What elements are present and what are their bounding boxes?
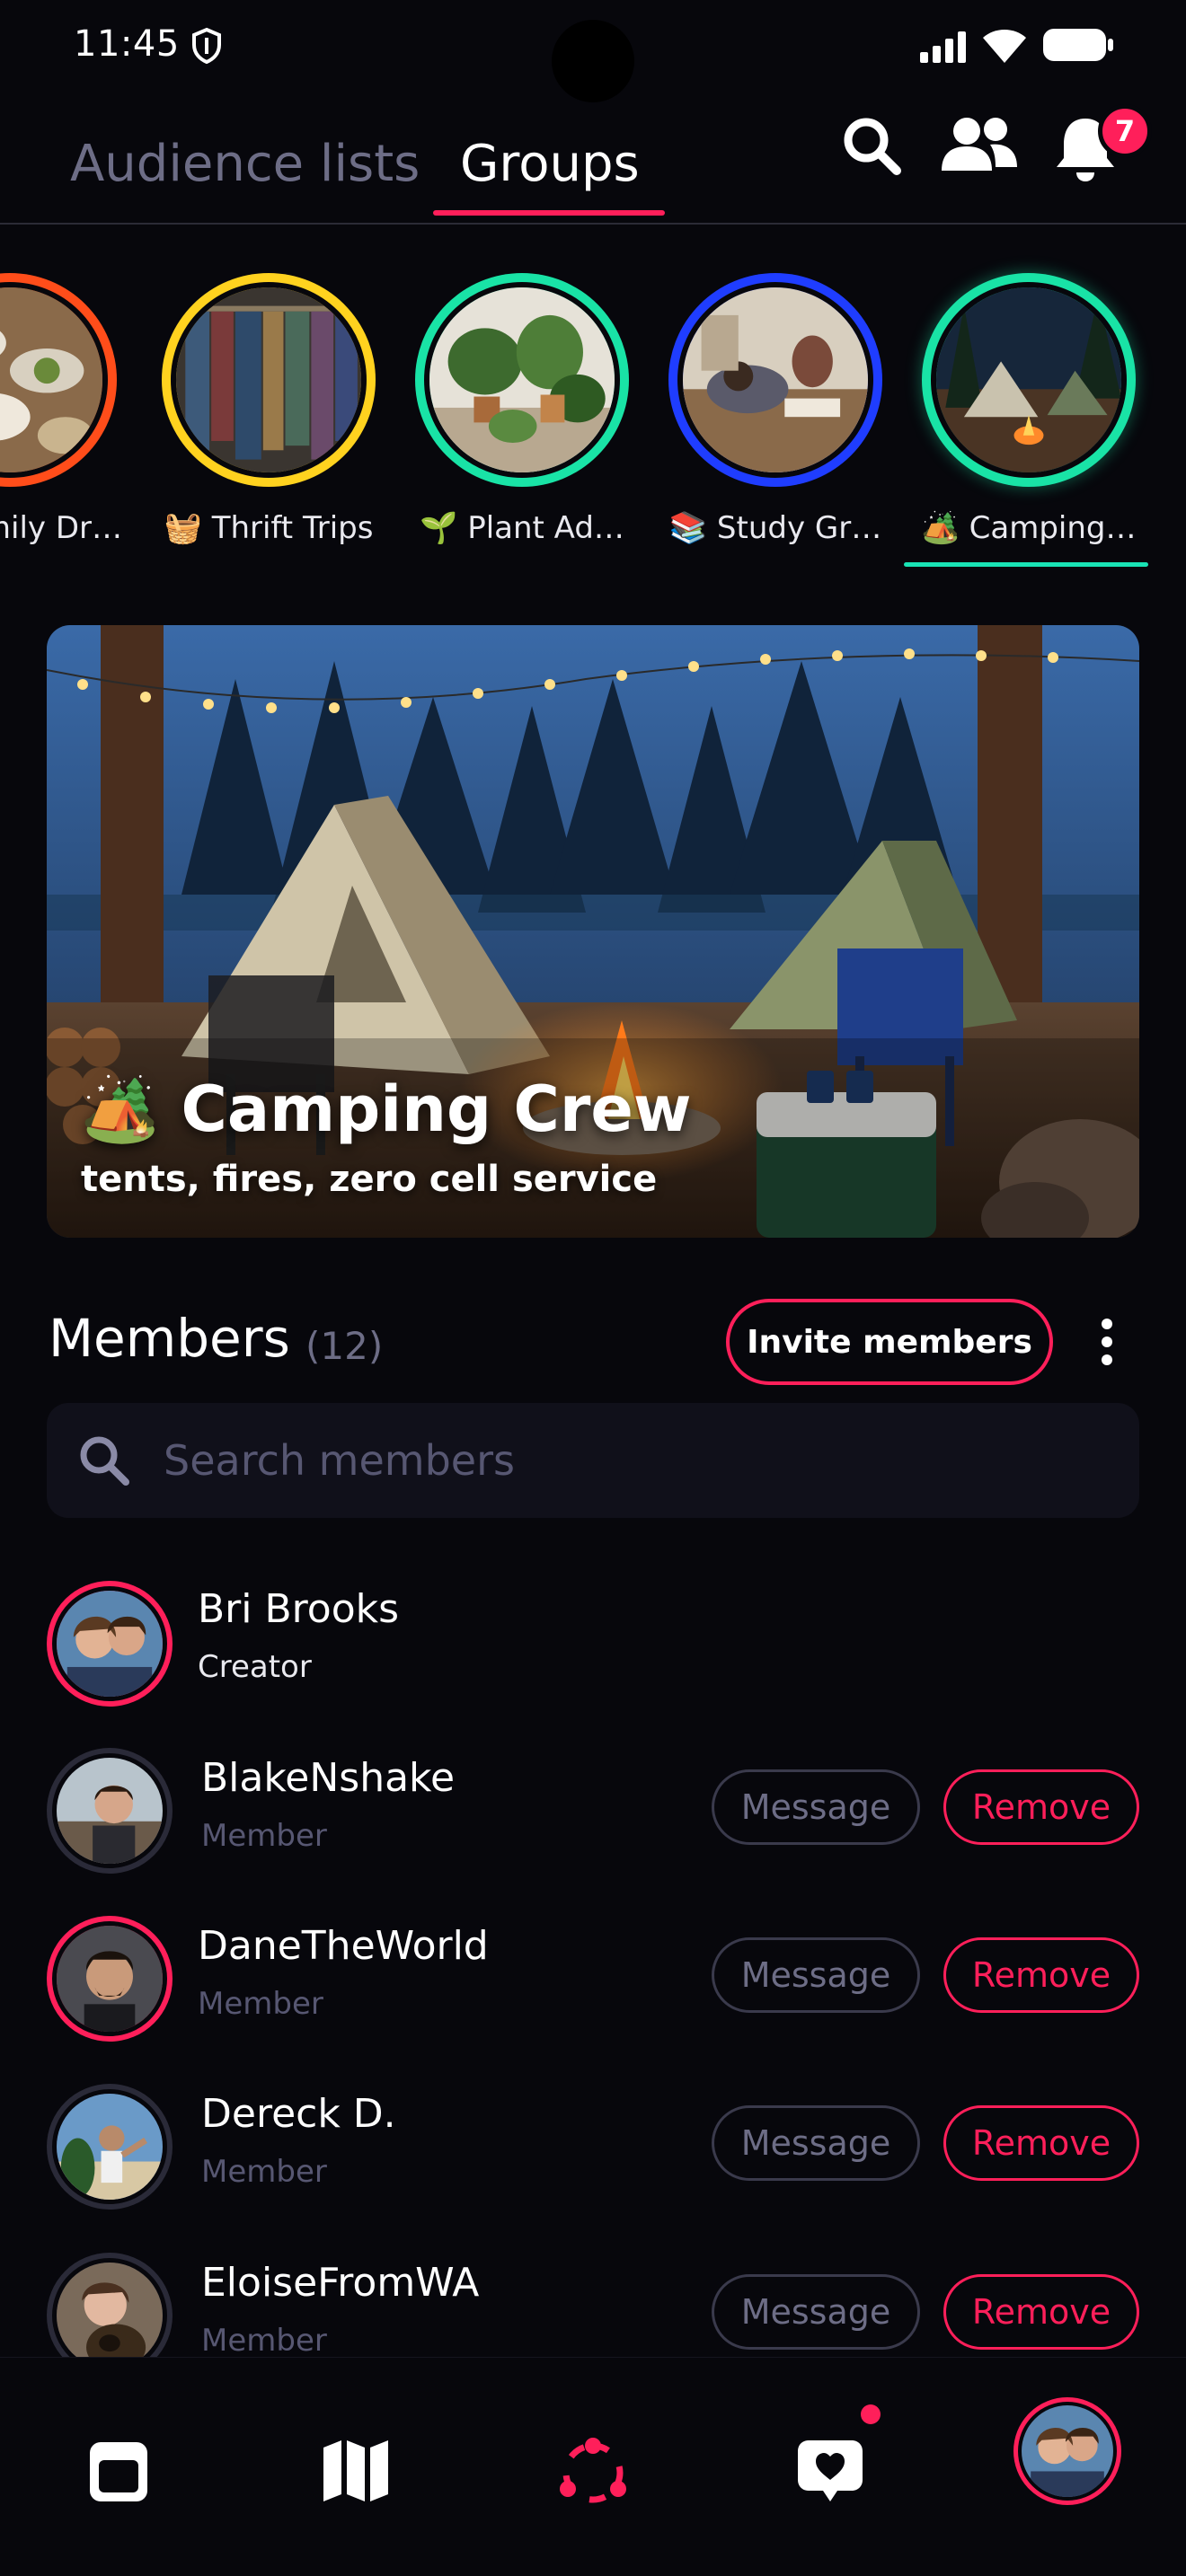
avatar-image (52, 1753, 167, 1868)
avatar (47, 1748, 173, 1874)
story-thumbnail (0, 282, 108, 478)
story-ring (668, 273, 882, 487)
profile-avatar[interactable] (1013, 2397, 1121, 2505)
message-button[interactable]: Message (712, 1769, 920, 1845)
avatar (47, 1916, 173, 2042)
calendar-icon (90, 2442, 147, 2501)
active-story-indicator (904, 562, 1148, 567)
member-role: Member (201, 1818, 327, 1854)
groups-icon (560, 2438, 626, 2503)
member-name: DaneTheWorld (198, 1923, 489, 1969)
avatar-image (52, 1586, 167, 1701)
map-icon (323, 2440, 388, 2501)
member-row[interactable]: DaneTheWorld Member Message Remove (47, 1916, 1139, 2051)
bottom-navigation (0, 2357, 1186, 2576)
heart-message-icon (798, 2440, 863, 2501)
active-tab-indicator (433, 210, 665, 216)
avatar-image (52, 2258, 167, 2373)
nav-map[interactable] (302, 2424, 410, 2518)
people-icon[interactable] (938, 115, 1019, 174)
message-button[interactable]: Message (712, 2274, 920, 2350)
story-thumbnail (677, 282, 873, 478)
story-label: 🌱 Plant Ad… (420, 510, 624, 546)
story-study-group[interactable]: 📚 Study Gr… (645, 266, 882, 571)
group-subtitle: tents, fires, zero cell service (81, 1159, 658, 1200)
groups-screen: 11:45 Audience lists Groups 7 ily Dr… 🧺 … (0, 0, 1186, 2576)
story-thumbnail (171, 282, 367, 478)
member-role: Member (198, 1986, 323, 2022)
avatar-image (52, 1921, 167, 2036)
notification-badge: 7 (1098, 104, 1152, 158)
member-row[interactable]: Dereck D. Member Message Remove (47, 2084, 1139, 2219)
member-row[interactable]: BlakeNshake Member Message Remove (47, 1748, 1139, 1883)
story-thrift-trips[interactable]: 🧺 Thrift Trips (138, 266, 376, 571)
avatar (47, 1581, 173, 1707)
story-ring (415, 273, 629, 487)
member-role: Creator (198, 1649, 312, 1685)
story-thumbnail (424, 282, 620, 478)
camera-cutout (552, 20, 634, 102)
member-row[interactable]: Bri Brooks Creator (47, 1581, 1139, 1716)
status-time: 11:45 (74, 23, 180, 65)
shield-icon (192, 27, 221, 65)
remove-button[interactable]: Remove (943, 2274, 1139, 2350)
nav-calendar[interactable] (65, 2424, 173, 2518)
invite-members-button[interactable]: Invite members (726, 1299, 1053, 1385)
member-search-box (47, 1403, 1139, 1518)
tab-groups[interactable]: Groups (460, 135, 640, 193)
status-bar: 11:45 (0, 0, 1186, 102)
story-camping-crew[interactable]: 🏕️ Camping… (898, 266, 1148, 571)
member-role: Member (201, 2154, 327, 2190)
member-role: Member (201, 2323, 327, 2359)
search-icon (80, 1436, 129, 1486)
nav-groups[interactable] (539, 2424, 647, 2518)
group-cover-image: 🏕️ Camping Crew tents, fires, zero cell … (47, 625, 1139, 1238)
search-icon[interactable] (841, 115, 902, 176)
members-title: Members (49, 1308, 290, 1369)
story-label: 🧺 Thrift Trips (164, 510, 374, 546)
story-ring (0, 273, 117, 487)
messages-unread-dot (861, 2404, 881, 2424)
members-count: (12) (305, 1324, 384, 1368)
signal-icon (920, 31, 966, 63)
tab-audience-lists[interactable]: Audience lists (70, 135, 420, 193)
story-ring (922, 273, 1136, 487)
message-button[interactable]: Message (712, 1937, 920, 2013)
story-plant-addicts[interactable]: 🌱 Plant Ad… (392, 266, 629, 571)
wifi-icon (983, 30, 1026, 63)
member-name: EloiseFromWA (201, 2260, 480, 2306)
story-label: mily Dr… (0, 510, 122, 546)
group-stories-row: mily Dr… 🧺 (0, 266, 1186, 571)
nav-messages[interactable] (776, 2424, 884, 2518)
message-button[interactable]: Message (712, 2105, 920, 2181)
story-thumbnail (931, 282, 1127, 478)
battery-icon (1043, 29, 1113, 61)
member-name: Dereck D. (201, 2091, 396, 2137)
story-family-dinner[interactable]: mily Dr… (0, 266, 122, 571)
member-name: Bri Brooks (198, 1586, 400, 1632)
remove-button[interactable]: Remove (943, 2105, 1139, 2181)
story-label: 🏕️ Camping… (921, 510, 1137, 546)
remove-button[interactable]: Remove (943, 1769, 1139, 1845)
remove-button[interactable]: Remove (943, 1937, 1139, 2013)
search-members-input[interactable] (164, 1423, 1098, 1498)
avatar-image (52, 2089, 167, 2204)
story-label: 📚 Study Gr… (668, 510, 882, 546)
avatar-image (1022, 2405, 1113, 2497)
group-title: 🏕️ Camping Crew (81, 1072, 692, 1146)
story-ring (162, 273, 376, 487)
member-name: BlakeNshake (201, 1755, 456, 1801)
avatar (47, 2084, 173, 2210)
more-options-icon[interactable] (1089, 1315, 1125, 1369)
